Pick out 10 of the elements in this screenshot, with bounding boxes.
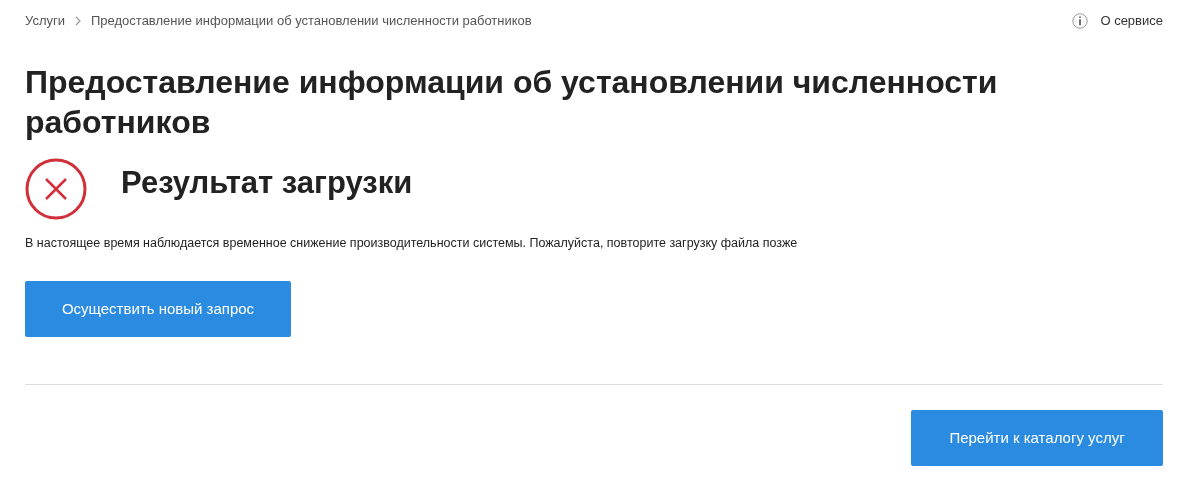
new-request-button[interactable]: Осуществить новый запрос xyxy=(25,280,291,337)
catalog-button[interactable]: Перейти к каталогу услуг xyxy=(911,409,1163,466)
breadcrumb-link[interactable]: Предоставление информации об установлении численности работников xyxy=(91,11,532,31)
breadcrumb-link[interactable]: Услуги xyxy=(25,11,65,31)
chevron-icon xyxy=(75,16,81,26)
info-icon xyxy=(1072,13,1089,29)
result-message: В настоящее время наблюдается временное снижение производительности системы. Пожалуйста, повторите загрузку файла позже xyxy=(25,235,799,252)
about-link[interactable]: О сервисе xyxy=(1072,11,1163,31)
page-title: Предоставление информации об установлении численности работников xyxy=(25,63,999,142)
result-heading: Результат загрузки xyxy=(121,164,413,202)
